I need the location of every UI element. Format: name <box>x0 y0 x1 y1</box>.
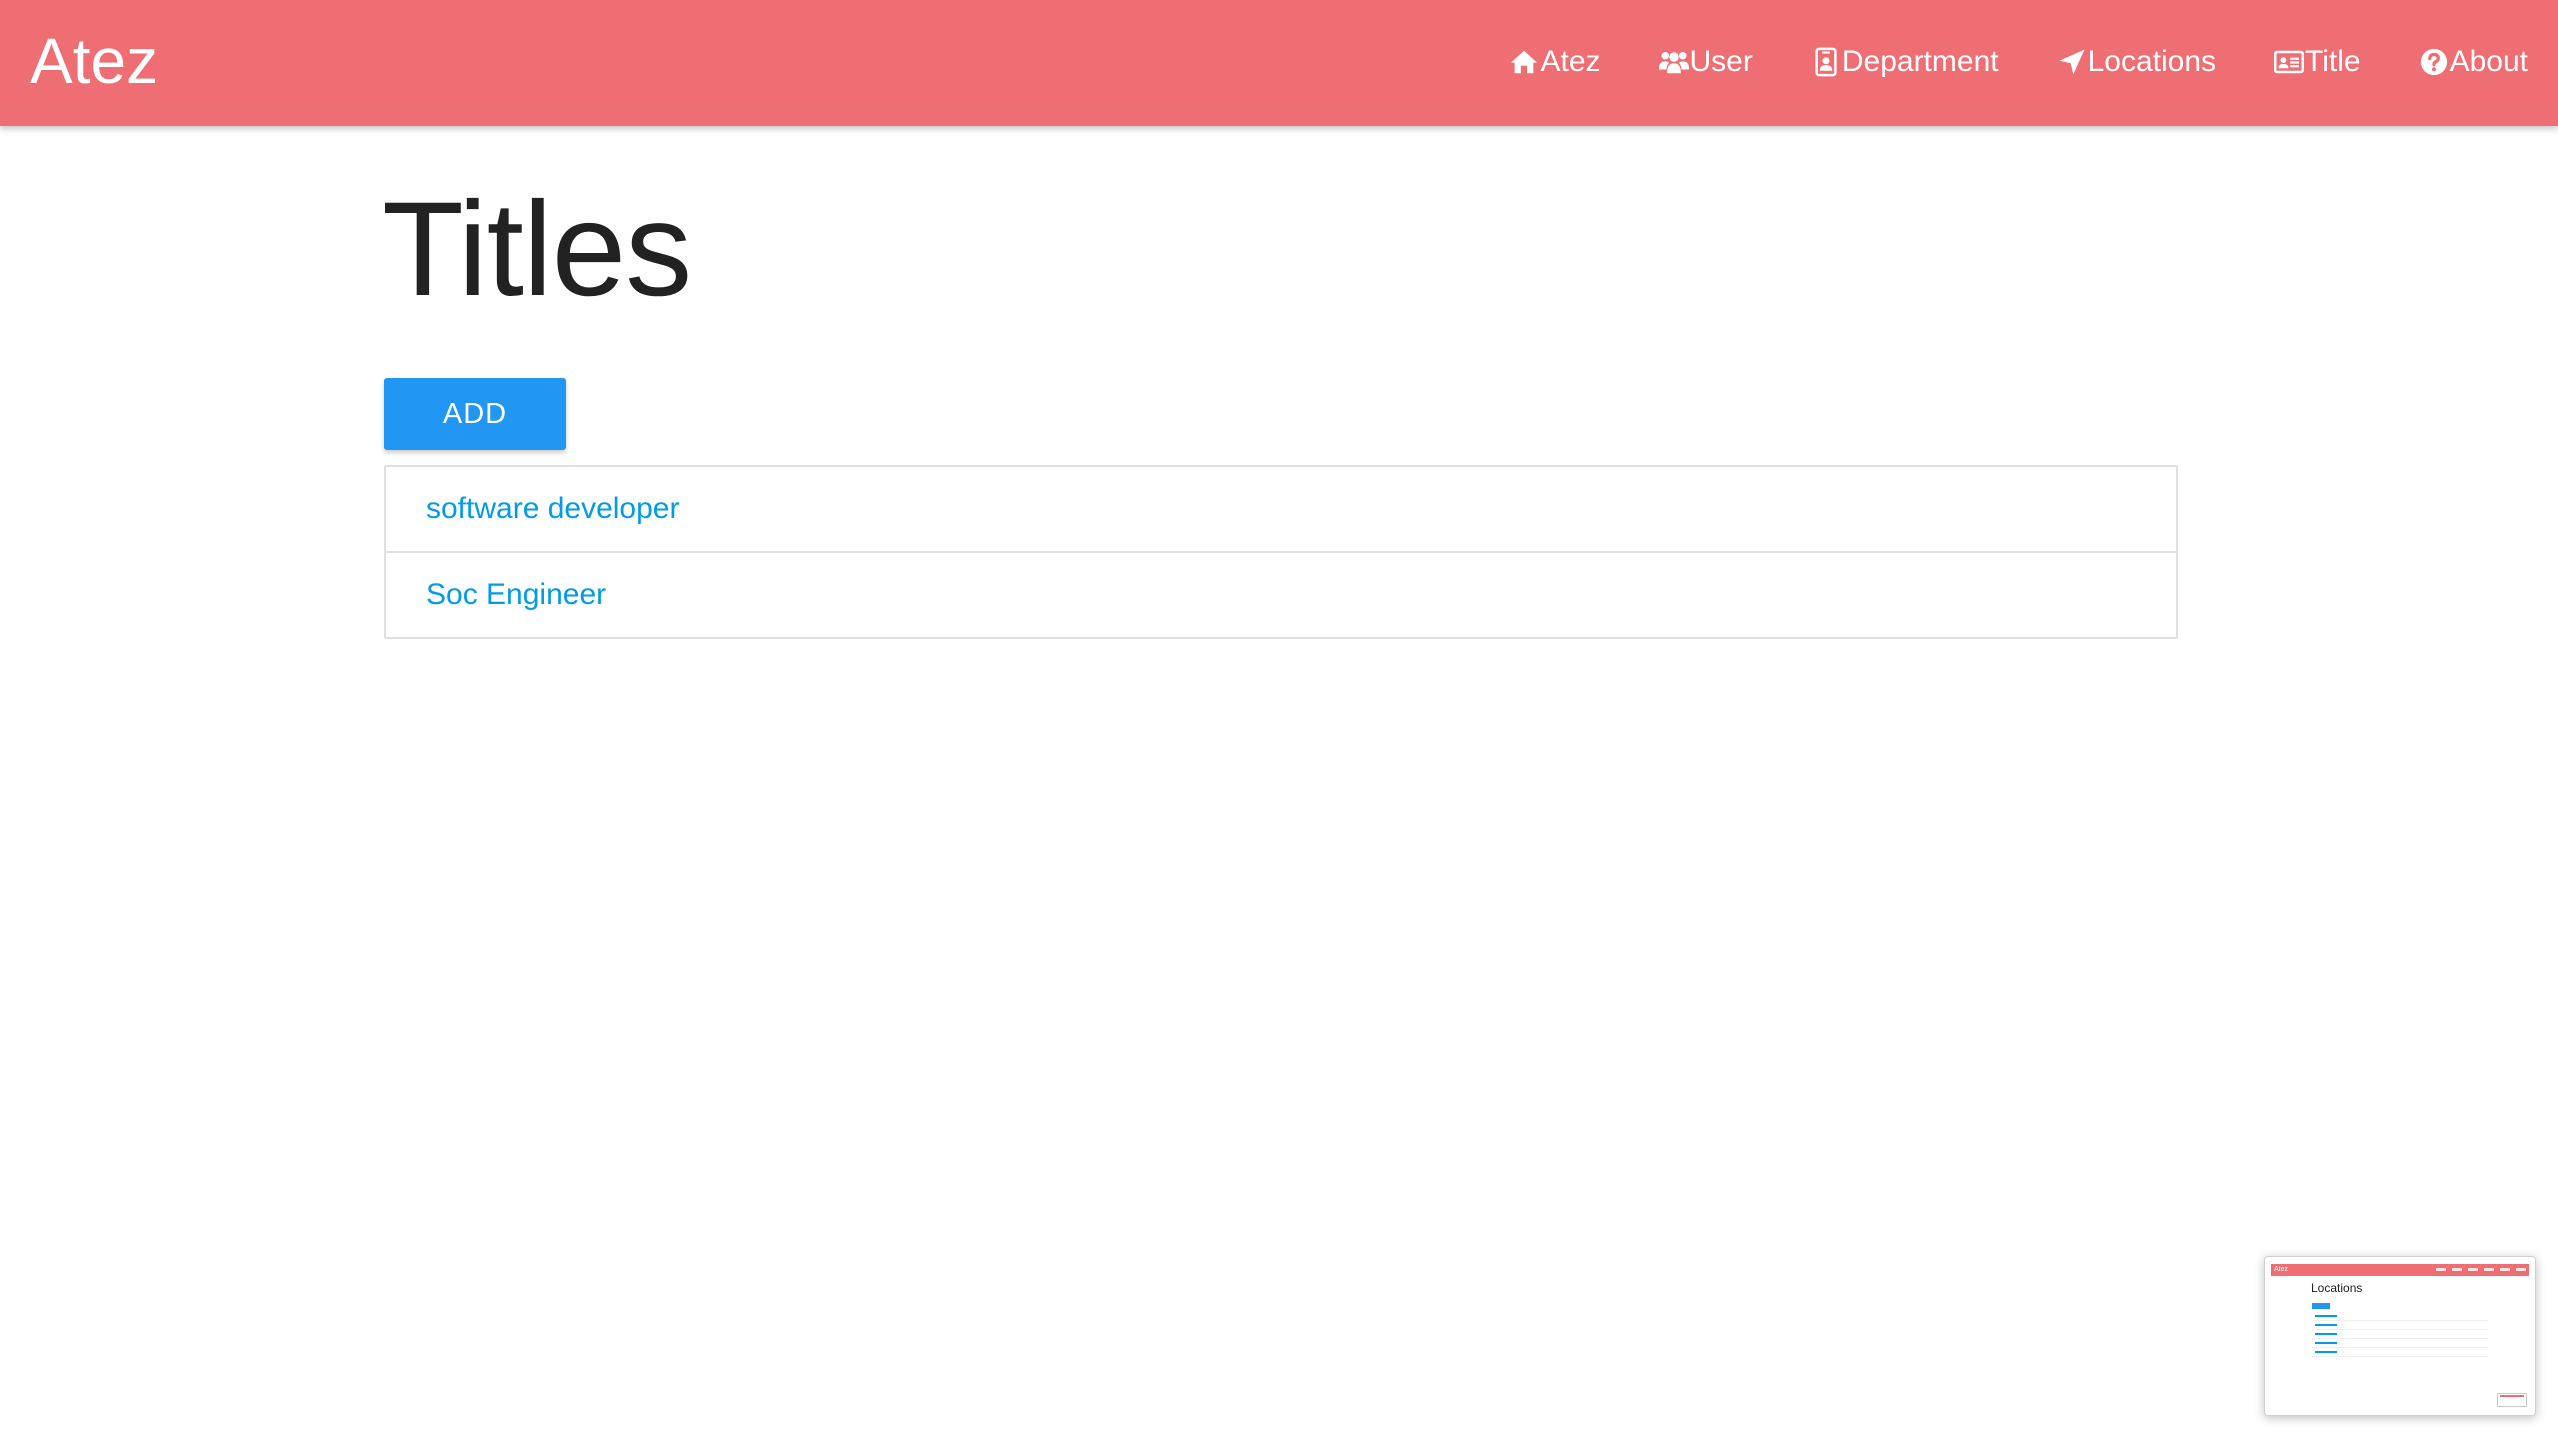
nav-item-label: About <box>2449 45 2528 78</box>
users-icon <box>1658 47 1689 77</box>
thumbnail-title: Locations <box>2311 1281 2363 1295</box>
nav-item-atez[interactable]: Atez <box>1509 45 1601 79</box>
thumbnail-nav-links <box>2436 1268 2526 1271</box>
list-item[interactable]: software developer <box>386 467 2176 553</box>
nav-item-locations[interactable]: Locations <box>2057 45 2216 79</box>
location-arrow-icon <box>2057 47 2087 77</box>
nav-item-department[interactable]: Department <box>1811 45 1999 79</box>
nav-item-label: Locations <box>2087 45 2217 78</box>
question-circle-icon <box>2419 47 2449 77</box>
page-title: Titles <box>382 175 692 324</box>
thumbnail-list <box>2312 1312 2488 1357</box>
navbar: Atez Atez User Department Locations Titl… <box>0 0 2558 126</box>
nav-item-label: Title <box>2305 45 2361 78</box>
add-button[interactable]: ADD <box>384 378 566 450</box>
nav-item-label: Department <box>1841 45 1999 78</box>
thumbnail-corner-preview <box>2497 1393 2527 1407</box>
nav-item-label: Atez <box>1540 45 1601 78</box>
nav-item-about[interactable]: About <box>2419 45 2528 79</box>
nav-item-label: User <box>1689 45 1753 78</box>
nav-item-title[interactable]: Title <box>2274 45 2361 79</box>
id-card-icon <box>2274 47 2305 77</box>
thumbnail-add-button <box>2312 1303 2330 1309</box>
id-badge-icon <box>1811 47 1841 77</box>
brand-logo[interactable]: Atez <box>30 0 158 124</box>
list-item[interactable]: Soc Engineer <box>386 553 2176 637</box>
thumbnail-navbar: Atez <box>2271 1264 2529 1276</box>
titles-list: software developer Soc Engineer <box>384 465 2178 639</box>
nav-menu: Atez User Department Locations Title Abo… <box>1509 0 2528 124</box>
home-icon <box>1509 47 1539 77</box>
nav-item-user[interactable]: User <box>1658 45 1753 79</box>
thumbnail-brand: Atez <box>2274 1266 2289 1273</box>
page-thumbnail-preview[interactable]: Atez Locations <box>2264 1256 2536 1416</box>
